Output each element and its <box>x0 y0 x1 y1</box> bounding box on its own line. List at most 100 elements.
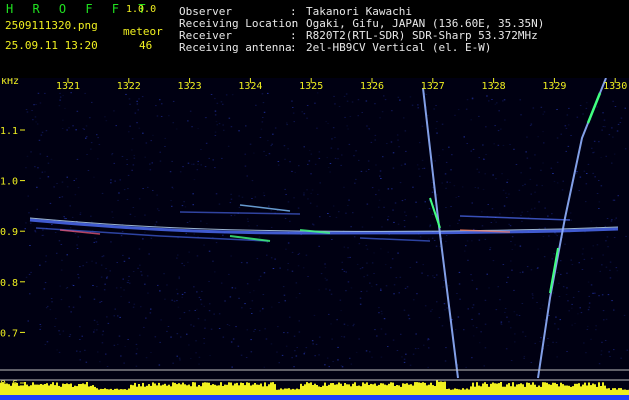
noise-speck <box>240 262 243 264</box>
signal-bar-segment <box>14 383 16 395</box>
noise-speck <box>453 185 456 187</box>
noise-speck <box>409 364 412 366</box>
noise-speck <box>181 262 183 264</box>
noise-speck <box>283 332 285 334</box>
signal-bar-segment <box>418 382 420 395</box>
noise-speck <box>99 301 101 303</box>
noise-speck <box>510 241 512 242</box>
noise-speck <box>63 217 66 219</box>
signal-bar-segment <box>402 383 404 395</box>
signal-bar-segment <box>306 382 308 395</box>
noise-speck <box>220 101 223 103</box>
noise-speck <box>514 244 516 246</box>
noise-speck <box>196 169 199 171</box>
noise-speck <box>403 220 406 221</box>
noise-speck <box>415 333 417 335</box>
noise-speck <box>171 160 173 162</box>
noise-speck <box>542 162 544 164</box>
signal-bar-segment <box>10 385 12 395</box>
noise-speck <box>396 134 399 136</box>
noise-speck <box>343 186 345 188</box>
noise-speck <box>520 172 522 174</box>
noise-speck <box>83 128 85 130</box>
noise-speck <box>418 168 420 170</box>
noise-speck <box>301 111 303 113</box>
noise-speck <box>91 260 93 262</box>
signal-bar-segment <box>292 388 294 395</box>
noise-speck <box>445 187 447 189</box>
noise-speck <box>566 114 569 116</box>
noise-speck <box>317 193 319 195</box>
noise-speck <box>58 330 60 332</box>
noise-speck <box>552 173 554 174</box>
noise-speck <box>164 146 166 147</box>
noise-speck <box>150 352 152 353</box>
noise-speck <box>172 122 174 124</box>
noise-speck <box>431 237 434 239</box>
noise-speck <box>228 325 231 326</box>
noise-speck <box>612 199 615 201</box>
noise-speck <box>609 356 611 357</box>
noise-speck <box>538 228 541 229</box>
signal-bar-segment <box>564 385 566 395</box>
noise-speck <box>349 256 351 258</box>
signal-bar-segment <box>214 384 216 395</box>
noise-speck <box>218 313 221 315</box>
noise-speck <box>551 213 553 215</box>
signal-bar-segment <box>436 380 438 395</box>
noise-speck <box>138 198 141 200</box>
noise-speck <box>371 356 373 358</box>
noise-speck <box>179 171 182 173</box>
noise-speck <box>84 92 86 94</box>
noise-speck <box>138 248 141 250</box>
signal-bar-segment <box>366 382 368 395</box>
noise-speck <box>253 330 255 332</box>
noise-speck <box>600 185 603 187</box>
noise-speck <box>112 217 114 218</box>
noise-speck <box>570 259 572 261</box>
noise-speck <box>303 194 305 196</box>
noise-speck <box>216 124 218 126</box>
noise-speck <box>244 153 246 155</box>
noise-speck <box>581 253 584 255</box>
noise-speck <box>435 245 438 247</box>
noise-speck <box>60 269 63 271</box>
noise-speck <box>611 300 613 302</box>
noise-speck <box>93 298 96 300</box>
noise-speck <box>193 325 195 327</box>
signal-bar-segment <box>74 385 76 395</box>
noise-speck <box>205 142 208 144</box>
x-tick-label: 1321 <box>56 81 80 92</box>
noise-speck <box>553 180 556 182</box>
noise-speck <box>403 226 406 228</box>
signal-bar-segment <box>94 386 96 395</box>
signal-bar-segment <box>224 384 226 395</box>
noise-speck <box>555 341 558 343</box>
noise-speck <box>114 180 116 182</box>
noise-speck <box>93 176 95 178</box>
signal-bar-segment <box>594 384 596 395</box>
signal-bar-segment <box>384 384 386 395</box>
noise-speck <box>485 126 487 128</box>
noise-speck <box>484 173 486 175</box>
noise-speck <box>464 250 466 252</box>
noise-speck <box>225 94 228 96</box>
noise-speck <box>314 102 316 104</box>
noise-speck <box>230 255 232 257</box>
noise-speck <box>601 341 603 343</box>
signal-bar-segment <box>208 382 210 395</box>
noise-speck <box>248 225 250 227</box>
noise-speck <box>602 254 604 256</box>
noise-speck <box>445 161 448 163</box>
noise-speck <box>197 160 199 162</box>
signal-bar-segment <box>430 382 432 395</box>
signal-bar-segment <box>54 385 56 395</box>
noise-speck <box>325 121 327 123</box>
noise-speck <box>294 172 296 174</box>
noise-speck <box>443 303 446 305</box>
signal-bar-segment <box>394 386 396 395</box>
noise-speck <box>29 245 31 246</box>
signal-bar-segment <box>298 389 300 395</box>
signal-bar-segment <box>260 383 262 395</box>
noise-speck <box>193 286 195 288</box>
